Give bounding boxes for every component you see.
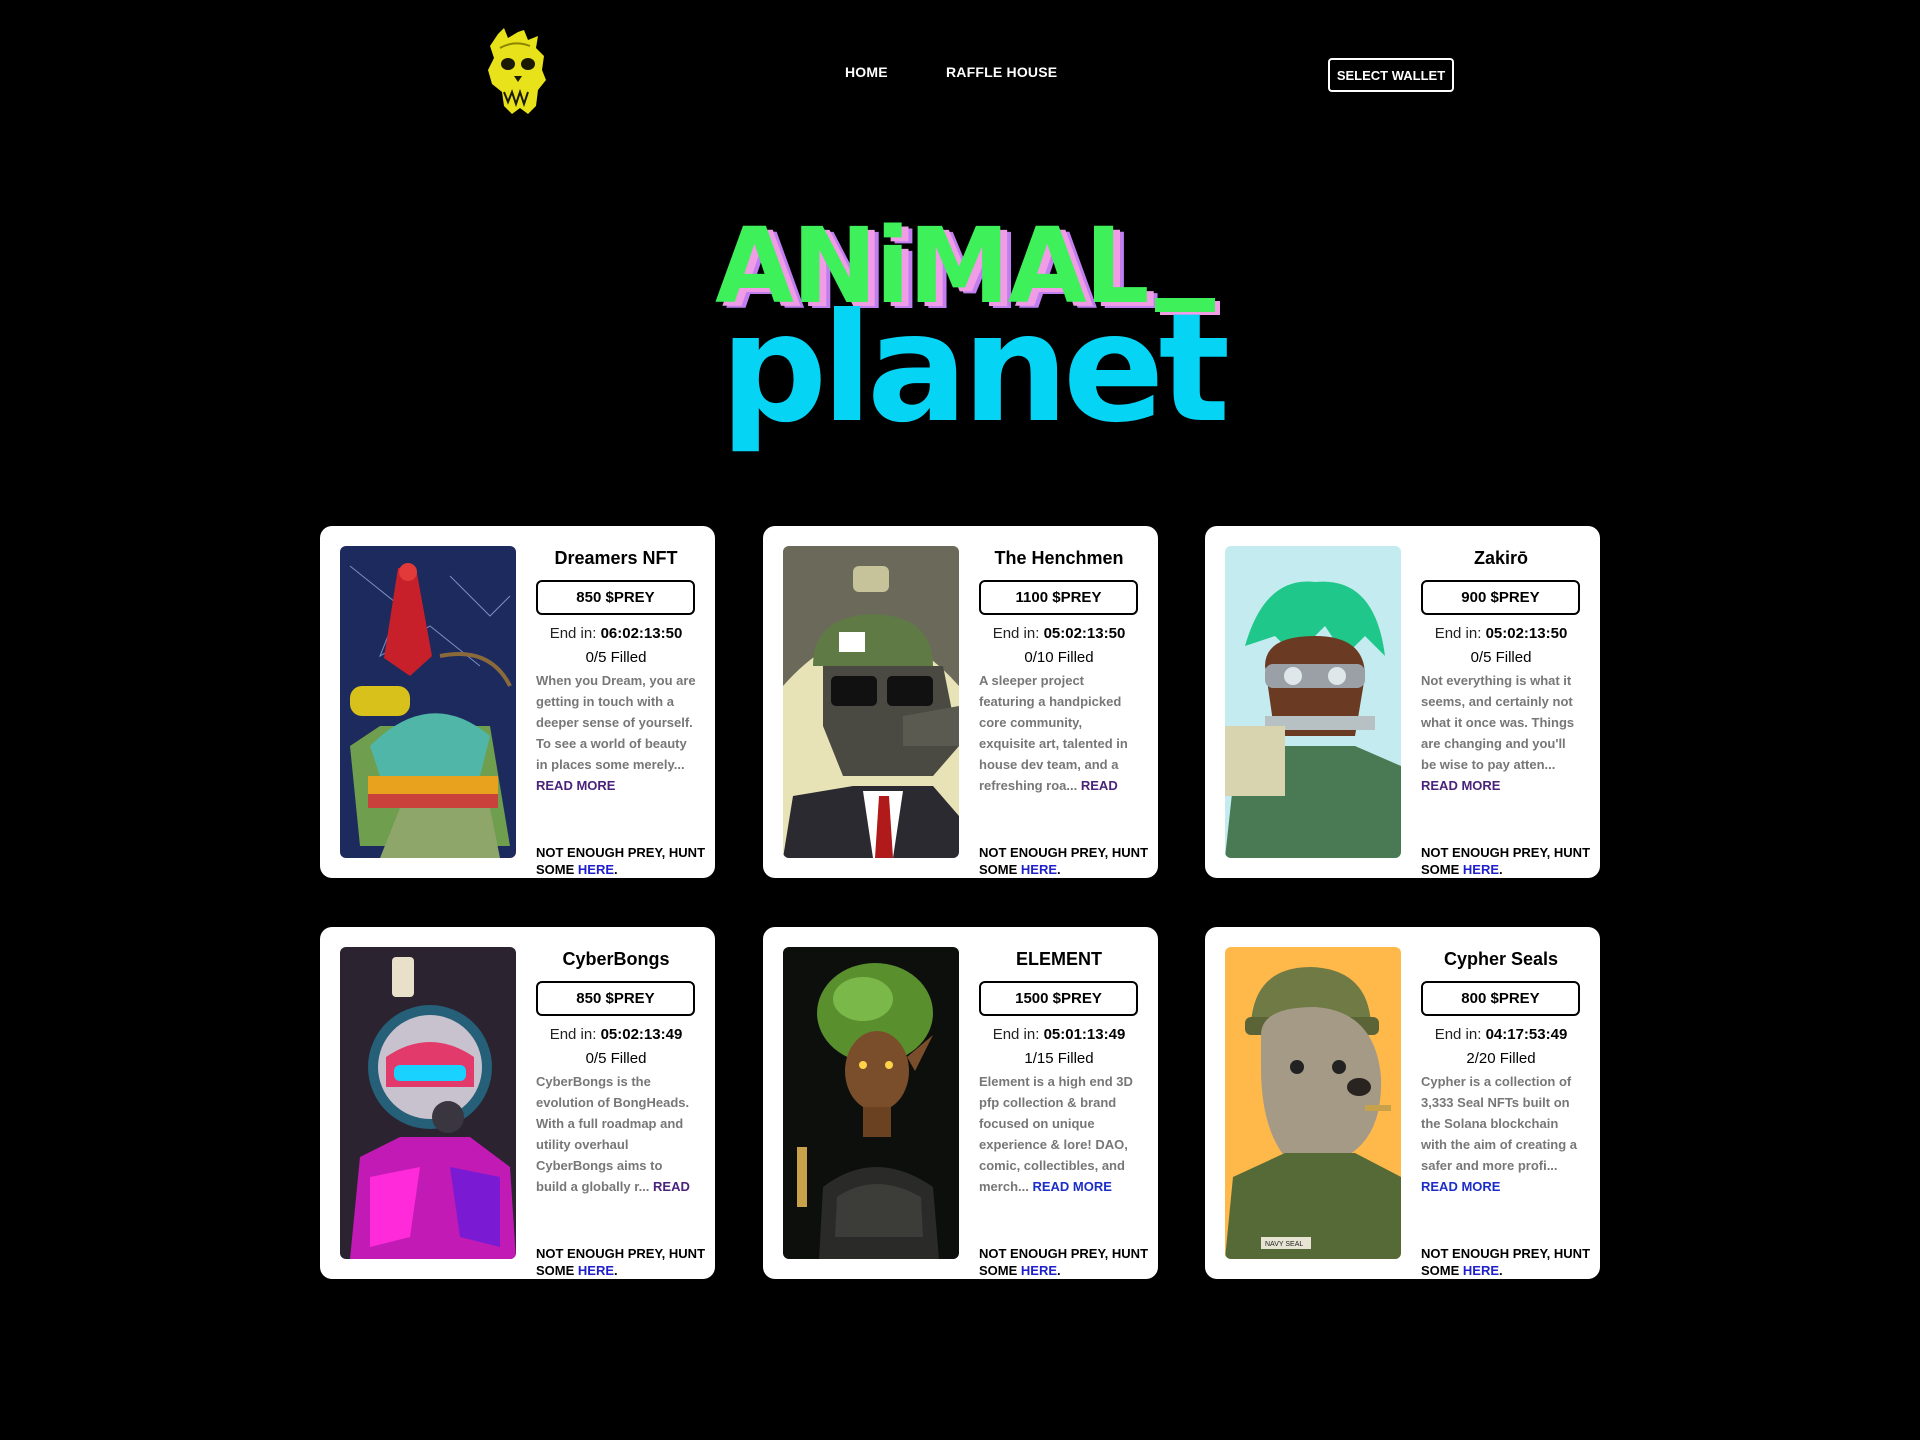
collection-description: A sleeper project featuring a handpicked… [979, 670, 1139, 796]
end-time: End in: 06:02:13:50 [536, 625, 696, 642]
buy-ticket-button[interactable]: 1500 $PREY [979, 981, 1138, 1016]
buy-ticket-button[interactable]: 900 $PREY [1421, 580, 1580, 615]
collection-name: Cypher Seals [1443, 949, 1559, 969]
raffle-info: The Henchmen 1100 $PREY End in: 05:02:13… [979, 546, 1148, 877]
hunt-here-link[interactable]: HERE [1463, 1263, 1499, 1278]
filled-count: 0/5 Filled [1470, 649, 1532, 666]
collection-description: CyberBongs is the evolution of BongHeads… [536, 1071, 696, 1197]
raffle-info: ELEMENT 1500 $PREY End in: 05:01:13:49 1… [979, 947, 1148, 1278]
collection-description: Not everything is what it seems, and cer… [1421, 670, 1581, 796]
end-countdown: 06:02:13:50 [600, 625, 683, 642]
navy-seal-label: NAVY SEAL [1265, 1241, 1303, 1248]
hero-title: ANiMAL planet [700, 214, 1230, 470]
not-enough-prey-note: NOT ENOUGH PREY, HUNT SOME HERE. [536, 1246, 706, 1278]
raffle-info: Cypher Seals 800 $PREY End in: 04:17:53:… [1421, 947, 1590, 1278]
end-label: End in: [549, 625, 597, 642]
raffle-info: Dreamers NFT 850 $PREY End in: 06:02:13:… [536, 546, 705, 877]
end-countdown: 04:17:53:49 [1485, 1026, 1568, 1043]
buy-ticket-button[interactable]: 800 $PREY [1421, 981, 1580, 1016]
nav-raffle-house-link[interactable]: RAFFLE HOUSE [946, 64, 1057, 80]
filled-count: 1/15 Filled [1024, 1050, 1094, 1067]
collection-description: When you Dream, you are getting in touch… [536, 670, 696, 796]
buy-ticket-button[interactable]: 850 $PREY [536, 580, 695, 615]
end-time: End in: 05:01:13:49 [979, 1026, 1139, 1043]
end-countdown: 05:02:13:50 [1043, 625, 1126, 642]
end-countdown: 05:02:13:49 [600, 1026, 683, 1043]
description-text: Element is a high end 3D pfp collection … [979, 1074, 1133, 1194]
filled-count: 0/10 Filled [1024, 649, 1094, 666]
collection-description: Element is a high end 3D pfp collection … [979, 1071, 1139, 1197]
hero-title-line2: planet [720, 282, 1230, 456]
collection-name: Dreamers NFT [554, 548, 678, 568]
end-time: End in: 05:02:13:50 [979, 625, 1139, 642]
end-label: End in: [992, 1026, 1040, 1043]
collection-description: Cypher is a collection of 3,333 Seal NFT… [1421, 1071, 1581, 1197]
hunt-here-link[interactable]: HERE [578, 1263, 614, 1278]
collection-name: The Henchmen [994, 548, 1124, 568]
nft-artwork-cypher-seals: NAVY SEAL [1225, 947, 1401, 1259]
end-label: End in: [992, 625, 1040, 642]
hunt-here-link[interactable]: HERE [1021, 862, 1057, 877]
description-text: Cypher is a collection of 3,333 Seal NFT… [1421, 1074, 1578, 1173]
hunt-here-link[interactable]: HERE [1021, 1263, 1057, 1278]
raffle-card: ELEMENT 1500 $PREY End in: 05:01:13:49 1… [763, 927, 1158, 1279]
prey-note-text: NOT ENOUGH PREY, HUNT SOME [1421, 845, 1591, 877]
end-time: End in: 05:02:13:50 [1421, 625, 1581, 642]
buy-ticket-button[interactable]: 1100 $PREY [979, 580, 1138, 615]
nft-artwork-zakiro [1225, 546, 1401, 858]
end-time: End in: 04:17:53:49 [1421, 1026, 1581, 1043]
select-wallet-button[interactable]: SELECT WALLET [1328, 58, 1454, 92]
filled-count: 2/20 Filled [1466, 1050, 1536, 1067]
prey-note-text: NOT ENOUGH PREY, HUNT SOME [536, 845, 706, 877]
filled-count: 0/5 Filled [585, 649, 647, 666]
raffle-info: CyberBongs 850 $PREY End in: 05:02:13:49… [536, 947, 705, 1278]
end-label: End in: [1434, 1026, 1482, 1043]
nft-artwork-dreamers [340, 546, 516, 858]
end-countdown: 05:01:13:49 [1043, 1026, 1126, 1043]
description-text: CyberBongs is the evolution of BongHeads… [536, 1074, 690, 1194]
end-label: End in: [1434, 625, 1482, 642]
raffle-card: Dreamers NFT 850 $PREY End in: 06:02:13:… [320, 526, 715, 878]
end-countdown: 05:02:13:50 [1485, 625, 1568, 642]
prey-note-text: NOT ENOUGH PREY, HUNT SOME [979, 845, 1149, 877]
prey-note-text: NOT ENOUGH PREY, HUNT SOME [979, 1246, 1149, 1278]
nav-home-link[interactable]: HOME [845, 64, 888, 80]
read-more-link[interactable]: READ MORE [1032, 1179, 1111, 1194]
buy-ticket-button[interactable]: 850 $PREY [536, 981, 695, 1016]
prey-note-text: NOT ENOUGH PREY, HUNT SOME [1421, 1246, 1591, 1278]
read-more-link[interactable]: READ MORE [1421, 1179, 1500, 1194]
not-enough-prey-note: NOT ENOUGH PREY, HUNT SOME HERE. [536, 845, 706, 877]
collection-name: CyberBongs [562, 949, 670, 969]
raffle-card: Zakirō 900 $PREY End in: 05:02:13:50 0/5… [1205, 526, 1600, 878]
not-enough-prey-note: NOT ENOUGH PREY, HUNT SOME HERE. [979, 1246, 1149, 1278]
raffle-card: The Henchmen 1100 $PREY End in: 05:02:13… [763, 526, 1158, 878]
collection-name: ELEMENT [1015, 949, 1102, 969]
hunt-here-link[interactable]: HERE [1463, 862, 1499, 877]
description-text: Not everything is what it seems, and cer… [1421, 673, 1575, 772]
description-text: When you Dream, you are getting in touch… [536, 673, 696, 772]
read-more-link[interactable]: READ MORE [1421, 778, 1500, 793]
end-time: End in: 05:02:13:49 [536, 1026, 696, 1043]
description-text: A sleeper project featuring a handpicked… [979, 673, 1128, 793]
nft-artwork-element [783, 947, 959, 1259]
not-enough-prey-note: NOT ENOUGH PREY, HUNT SOME HERE. [979, 845, 1149, 877]
read-more-link[interactable]: READ MORE [536, 778, 615, 793]
end-label: End in: [549, 1026, 597, 1043]
nft-artwork-henchmen [783, 546, 959, 858]
raffle-card: CyberBongs 850 $PREY End in: 05:02:13:49… [320, 927, 715, 1279]
not-enough-prey-note: NOT ENOUGH PREY, HUNT SOME HERE. [1421, 845, 1591, 877]
not-enough-prey-note: NOT ENOUGH PREY, HUNT SOME HERE. [1421, 1246, 1591, 1278]
hunt-here-link[interactable]: HERE [578, 862, 614, 877]
collection-name: Zakirō [1473, 548, 1529, 568]
prey-note-text: NOT ENOUGH PREY, HUNT SOME [536, 1246, 706, 1278]
main-nav: HOME RAFFLE HOUSE [0, 64, 1920, 88]
nft-artwork-cyberbongs [340, 947, 516, 1259]
filled-count: 0/5 Filled [585, 1050, 647, 1067]
raffle-card: NAVY SEAL Cypher Seals 800 $PREY End in:… [1205, 927, 1600, 1279]
raffle-info: Zakirō 900 $PREY End in: 05:02:13:50 0/5… [1421, 546, 1590, 877]
